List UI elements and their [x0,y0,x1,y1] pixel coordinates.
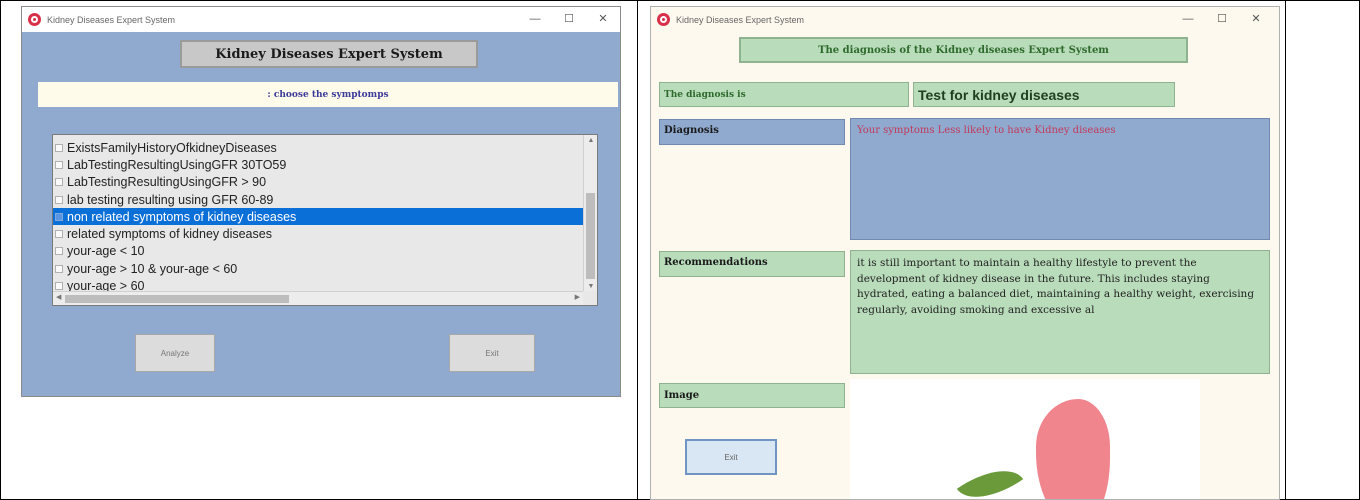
analyze-button[interactable]: Analyze [135,334,215,372]
symptom-label: non related symptoms of kidney diseases [67,209,297,224]
app-icon [28,13,41,26]
right-divider [1285,0,1286,500]
checkbox-icon[interactable] [55,247,63,256]
app-icon [657,13,670,26]
scroll-down-icon[interactable]: ▼ [584,283,598,290]
checkbox-icon[interactable] [55,143,63,152]
checkbox-icon[interactable] [55,178,63,187]
title-bar: Kidney Diseases Expert System — ☐ ✕ [22,7,620,32]
diagnosis-text: Your symptoms Less likely to have Kidney… [850,118,1270,240]
left-border [0,0,1,500]
window-title: Kidney Diseases Expert System [676,14,805,25]
maximize-icon[interactable]: ☐ [1205,7,1239,32]
window-controls: — ☐ ✕ [1171,7,1273,32]
symptom-item[interactable]: LabTestingResultingUsingGFR 30TO59 [53,156,583,173]
diagnosis-window: Kidney Diseases Expert System — ☐ ✕ The … [650,6,1280,500]
diagnosis-is-value: Test for kidney diseases [913,82,1175,107]
symptom-item[interactable]: your-age < 10 [53,243,583,260]
close-icon[interactable]: ✕ [1239,7,1273,32]
exit-button[interactable]: Exit [685,439,777,475]
symptom-label: LabTestingResultingUsingGFR 30TO59 [67,157,287,172]
horizontal-scrollbar[interactable]: ◀ ▶ [53,291,583,305]
vertical-scroll-thumb[interactable] [586,193,595,279]
kidney-image [850,379,1200,499]
diagnosis-label: Diagnosis [659,119,845,145]
horizontal-scroll-thumb[interactable] [65,295,289,303]
symptom-label: your-age < 10 [67,244,145,259]
symptom-label: ExistsFamilyHistoryOfkidneyDiseases [67,140,277,155]
window-title: Kidney Diseases Expert System [47,14,176,25]
maximize-icon[interactable]: ☐ [552,7,586,32]
window-controls: — ☐ ✕ [518,7,620,32]
checkbox-icon[interactable] [55,282,63,291]
scroll-up-icon[interactable]: ▲ [584,137,598,144]
symptom-item[interactable]: ExistsFamilyHistoryOfkidneyDiseases [53,139,583,156]
leaf-shape [956,454,1024,499]
checkbox-icon[interactable] [55,195,63,204]
recommendations-label: Recommendations [659,251,845,277]
recommendations-text: it is still important to maintain a heal… [850,250,1270,374]
symptom-label: your-age > 10 & your-age < 60 [67,261,238,276]
image-label: Image [659,383,845,408]
symptom-item[interactable]: lab testing resulting using GFR 60-89 [53,191,583,208]
checkbox-icon[interactable] [55,230,63,239]
checkbox-icon[interactable] [55,264,63,273]
kidney-shape [1036,399,1110,499]
symptom-label: LabTestingResultingUsingGFR > 90 [67,175,267,190]
checkbox-icon[interactable] [55,160,63,169]
symptom-item[interactable]: related symptoms of kidney diseases [53,225,583,242]
symptom-label: related symptoms of kidney diseases [67,227,272,242]
symptom-item[interactable]: LabTestingResultingUsingGFR > 90 [53,174,583,191]
title-bar: Kidney Diseases Expert System — ☐ ✕ [651,7,1279,32]
symptom-item[interactable]: non related symptoms of kidney diseases [53,208,583,226]
choose-symptoms-label: : choose the symptomps [38,82,618,107]
symptom-item[interactable]: your-age > 10 & your-age < 60 [53,260,583,277]
symptoms-list: ExistsFamilyHistoryOfkidneyDiseases LabTe… [53,139,583,295]
exit-button[interactable]: Exit [449,334,535,372]
checkbox-icon[interactable] [55,212,63,221]
vertical-scrollbar[interactable]: ▲ ▼ [583,135,597,291]
close-icon[interactable]: ✕ [586,7,620,32]
top-border [0,0,1360,1]
diagnosis-heading: The diagnosis of the Kidney diseases Exp… [739,37,1188,63]
middle-divider [637,0,638,500]
scroll-right-icon[interactable]: ▶ [575,293,580,301]
system-heading: Kidney Diseases Expert System [180,40,478,68]
diagnosis-is-label: The diagnosis is [659,82,909,107]
symptoms-listbox[interactable]: ExistsFamilyHistoryOfkidneyDiseases LabTe… [52,134,598,306]
minimize-icon[interactable]: — [518,7,552,32]
minimize-icon[interactable]: — [1171,7,1205,32]
symptom-label: lab testing resulting using GFR 60-89 [67,192,274,207]
symptoms-window: Kidney Diseases Expert System — ☐ ✕ Kidn… [21,6,621,397]
scroll-left-icon[interactable]: ◀ [56,293,61,301]
